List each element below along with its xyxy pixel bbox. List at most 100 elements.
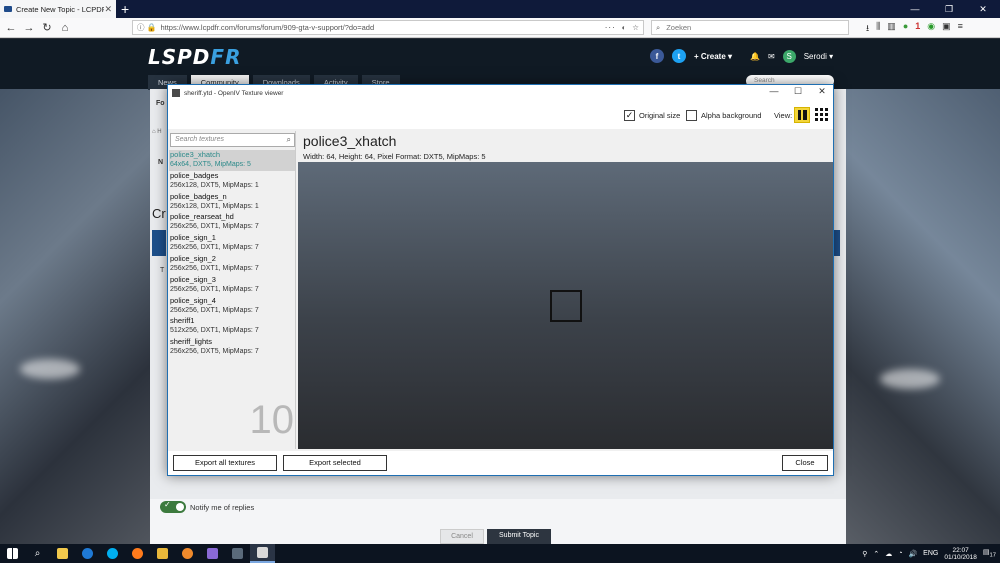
dialog-title-bar[interactable]: sheriff.ytd - OpenIV Texture viewer — ☐ … (168, 85, 833, 101)
extension-s-icon[interactable]: ▣ (942, 21, 951, 37)
export-selected-button[interactable]: Export selected (283, 455, 387, 471)
extension-green-icon[interactable]: ● (903, 21, 908, 37)
texture-list-item[interactable]: sheriff_lights 256x256, DXT5, MipMaps: 7 (169, 337, 295, 358)
file-explorer-icon[interactable] (150, 544, 175, 563)
texture-info: 256x256, DXT1, MipMaps: 7 (170, 223, 259, 231)
skype-icon[interactable] (100, 544, 125, 563)
texture-list-item[interactable]: sheriff1 512x256, DXT1, MipMaps: 7 (169, 316, 295, 337)
twitter-icon[interactable]: t (672, 49, 686, 63)
texture-list-item[interactable]: police_rearseat_hd 256x256, DXT1, MipMaps… (169, 212, 295, 233)
menu-icon[interactable]: ≡ (958, 21, 963, 37)
export-all-textures-button[interactable]: Export all textures (173, 455, 277, 471)
background-light (880, 369, 940, 389)
notification-center-icon[interactable]: ▤17 (983, 548, 996, 558)
browser-toolbar-icons: ⭳ ⫼ ▥ ● 1 ◉ ▣ ≡ (866, 21, 963, 37)
dialog-close-icon[interactable]: ✕ (810, 86, 834, 97)
back-icon[interactable]: ← (4, 22, 18, 34)
maximize-icon[interactable]: ❐ (932, 0, 966, 18)
texture-name: police_sign_2 (170, 253, 216, 263)
clock[interactable]: 22:07 01/10/2018 (944, 547, 977, 561)
pocket-icon[interactable]: ◐ (622, 23, 627, 32)
view-grid-icon[interactable] (815, 108, 828, 121)
app-window-icon[interactable] (225, 544, 250, 563)
cloud-icon[interactable]: ☁ (885, 550, 892, 558)
browser-search-placeholder: Zoeken (666, 23, 692, 32)
texture-list-item[interactable]: police_sign_2 256x256, DXT1, MipMaps: 7 (169, 254, 295, 275)
page-actions-icon[interactable]: ··· (605, 23, 616, 32)
forward-icon[interactable]: → (22, 22, 36, 34)
texture-search-placeholder: Search textures (175, 136, 225, 143)
app-purple-icon[interactable] (200, 544, 225, 563)
texture-info: 256x256, DXT1, MipMaps: 7 (170, 244, 259, 252)
texture-list-item[interactable]: police_sign_1 256x256, DXT1, MipMaps: 7 (169, 233, 295, 254)
site-logo[interactable]: LSPDFR (148, 45, 241, 69)
search-icon[interactable]: ⌕ (287, 135, 291, 145)
texture-list-item[interactable]: police_badges 256x128, DXT5, MipMaps: 1 (169, 171, 295, 192)
start-windows-icon[interactable] (0, 544, 25, 563)
submit-topic-button[interactable]: Submit Topic (487, 529, 551, 544)
texture-info: 64x64, DXT5, MipMaps: 5 (170, 161, 251, 168)
wifi-icon[interactable]: ◔ (898, 550, 902, 557)
browser-search-field[interactable]: ⌕ Zoeken (651, 20, 849, 35)
language-indicator[interactable]: ENG (923, 550, 938, 557)
dialog-maximize-icon[interactable]: ☐ (786, 86, 810, 97)
facebook-icon[interactable]: f (650, 49, 664, 63)
lock-icon: 🔒 (146, 23, 157, 32)
page-title: Cr (152, 206, 166, 221)
home-icon[interactable]: ⌂ (58, 22, 72, 34)
close-window-icon[interactable]: ✕ (966, 0, 1000, 18)
breadcrumb-home-icon[interactable]: ⌂ H (152, 129, 162, 135)
browser-tab[interactable]: Create New Topic - LCPDFR.co ✕ (0, 0, 116, 18)
create-menu[interactable]: + Create ▾ (694, 52, 732, 61)
sidebar-icon[interactable]: ▥ (887, 21, 896, 37)
sidebar-fragment: N (158, 159, 164, 166)
texture-list-item[interactable]: police3_xhatch 64x64, DXT5, MipMaps: 5 (169, 150, 295, 171)
messages-icon[interactable]: ✉ (768, 52, 775, 61)
texture-list-item[interactable]: police_sign_3 256x256, DXT1, MipMaps: 7 (169, 275, 295, 296)
texture-list: police3_xhatch 64x64, DXT5, MipMaps: 5 pol… (169, 150, 295, 358)
volume-icon[interactable]: 🔊 (908, 550, 917, 558)
cancel-button[interactable]: Cancel (440, 529, 484, 544)
texture-info: 256x256, DXT1, MipMaps: 7 (170, 306, 259, 314)
notify-label: Notify me of replies (190, 503, 255, 512)
minimize-icon[interactable]: — (898, 0, 932, 18)
reload-icon[interactable]: ↻ (40, 21, 54, 34)
texture-search-input[interactable]: Search textures ⌕ (170, 133, 295, 147)
library-icon[interactable]: ⫼ (876, 21, 880, 37)
dialog-minimize-icon[interactable]: — (762, 86, 786, 96)
extension-status-icon[interactable]: ◉ (927, 21, 935, 37)
close-button[interactable]: Close (782, 455, 828, 471)
breadcrumb-fragment[interactable]: Fo (156, 100, 165, 107)
texture-list-item[interactable]: police_badges_n 256x128, DXT1, MipMaps: 1 (169, 192, 295, 213)
blender-icon[interactable] (175, 544, 200, 563)
openiv-taskbar-icon[interactable] (250, 544, 275, 563)
username-menu[interactable]: Serodi ▾ (804, 52, 833, 61)
texture-name: sheriff1 (170, 316, 195, 326)
bookmark-star-icon[interactable]: ☆ (632, 23, 639, 32)
avatar[interactable]: S (782, 49, 796, 63)
people-icon[interactable]: ⚲ (862, 550, 867, 558)
firefox-icon[interactable] (125, 544, 150, 563)
dialog-footer: Export all textures Export selected Clos… (168, 451, 833, 475)
texture-info: 256x256, DXT1, MipMaps: 7 (170, 285, 259, 293)
check-icon: ✓ (164, 500, 171, 509)
info-icon[interactable]: ⓘ (137, 22, 145, 33)
edge-icon[interactable] (75, 544, 100, 563)
search-icon[interactable]: ⌕ (25, 544, 50, 563)
texture-list-item[interactable]: police_sign_4 256x256, DXT1, MipMaps: 7 (169, 296, 295, 317)
url-text[interactable]: https://www.lcpdfr.com/forums/forum/909-… (160, 23, 604, 32)
address-bar[interactable]: ⓘ 🔒 https://www.lcpdfr.com/forums/forum/… (132, 20, 644, 35)
store-icon[interactable] (50, 544, 75, 563)
tab-close-icon[interactable]: ✕ (104, 4, 112, 15)
notifications-bell-icon[interactable]: 🔔 (750, 52, 760, 61)
original-size-checkbox[interactable]: ✓ (624, 110, 635, 121)
download-icon[interactable]: ⭳ (866, 21, 869, 37)
alpha-background-label: Alpha background (701, 111, 762, 120)
extension-badge-icon[interactable]: 1 (915, 21, 920, 37)
new-tab-icon[interactable]: + (121, 1, 129, 17)
texture-viewer-dialog: sheriff.ytd - OpenIV Texture viewer — ☐ … (167, 84, 834, 476)
view-list-icon[interactable] (794, 107, 810, 123)
alpha-background-checkbox[interactable] (686, 110, 697, 121)
tray-up-arrow-icon[interactable]: ⌃ (873, 550, 879, 558)
notify-toggle[interactable]: ✓ (160, 500, 186, 513)
